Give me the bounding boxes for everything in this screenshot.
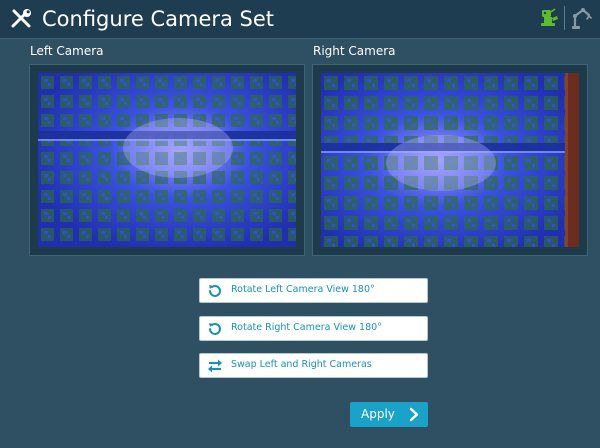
chevron-right-icon [409,407,419,422]
right-camera-label: Right Camera [313,44,396,58]
right-camera-frame [312,64,588,256]
right-camera-view [321,73,579,247]
rotate-left-camera-button[interactable]: Rotate Left Camera View 180° [199,278,428,303]
header-bar: Configure Camera Set [0,0,600,39]
tools-icon [11,9,31,28]
header-divider [564,6,565,30]
swap-icon [208,359,222,373]
left-camera-label: Left Camera [30,44,104,58]
rotate-right-camera-label: Rotate Right Camera View 180° [231,322,382,333]
page-title: Configure Camera Set [42,7,275,31]
swap-cameras-button[interactable]: Swap Left and Right Cameras [199,353,428,378]
rotate-right-camera-button[interactable]: Rotate Right Camera View 180° [199,316,428,341]
apply-label: Apply [361,407,395,421]
apply-button[interactable]: Apply [350,402,428,427]
rotate-icon [209,285,221,297]
swap-cameras-label: Swap Left and Right Cameras [231,359,372,370]
robot-arm-icon[interactable] [571,6,593,30]
rotate-icon [209,323,221,335]
left-camera-view [38,73,296,247]
rotate-left-camera-label: Rotate Left Camera View 180° [231,284,375,295]
left-camera-frame [29,64,305,256]
robot-status-icon[interactable] [538,7,560,29]
